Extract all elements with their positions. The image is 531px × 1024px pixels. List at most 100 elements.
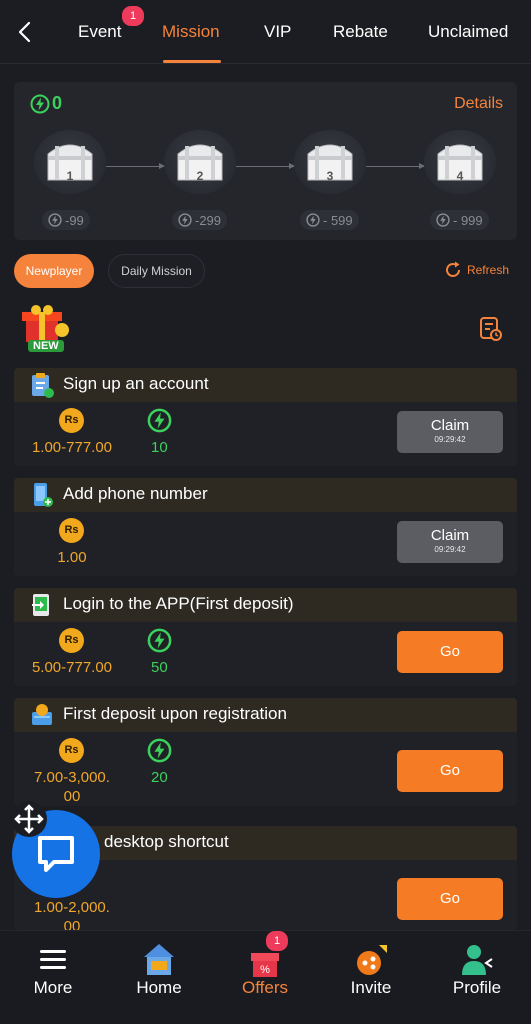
nav-label: Offers — [242, 978, 288, 997]
new-label: NEW — [33, 340, 59, 352]
bolt-icon — [147, 408, 172, 433]
nav-more[interactable]: More — [8, 931, 98, 1024]
chest-3[interactable]: 3 — [294, 130, 366, 194]
bolt-icon — [147, 738, 172, 763]
bottom-nav: More Home % 1 Offers Invite Profile — [0, 930, 531, 1024]
filter-newplayer[interactable]: Newplayer — [14, 254, 94, 288]
bolt-icon — [178, 213, 192, 227]
offers-badge: 1 — [266, 931, 288, 951]
invite-icon — [357, 945, 387, 975]
chest-cost: - 599 — [300, 210, 359, 230]
claim-timer: 09:29:42 — [434, 435, 466, 444]
mission-card: Sign up an account Rs 1.00-777.00 10 Cla… — [14, 368, 517, 466]
home-icon — [144, 944, 174, 975]
go-button[interactable]: Go — [397, 750, 503, 792]
mission-reward: 1.00 — [57, 549, 87, 566]
nav-invite[interactable]: Invite — [326, 931, 416, 1024]
mission-card: First deposit upon registration Rs 7.00-… — [14, 698, 517, 806]
active-tab-underline — [163, 60, 221, 63]
mission-card: Login to the APP(First deposit) Rs 5.00-… — [14, 588, 517, 686]
drag-move-icon[interactable] — [10, 800, 48, 838]
chest-cost: -99 — [42, 210, 90, 230]
bolt-icon — [306, 213, 320, 227]
chest-number: 3 — [326, 169, 334, 183]
mission-title: Add phone number — [63, 484, 208, 503]
bolt-icon — [48, 213, 62, 227]
mission-card: Add phone number Rs 1.00 Claim 09:29:42 — [14, 478, 517, 576]
top-nav: Event 1 Mission VIP Rebate Unclaimed — [0, 0, 531, 64]
deposit-icon — [32, 704, 52, 725]
chest-cost: - 999 — [430, 210, 489, 230]
chest-cost-value: - 999 — [453, 212, 483, 228]
back-arrow-icon[interactable] — [14, 18, 36, 46]
chest-cost-value: - 599 — [323, 212, 353, 228]
menu-icon — [40, 950, 66, 969]
claim-timer: 09:29:42 — [434, 545, 466, 554]
claim-button[interactable]: Claim 09:29:42 — [397, 521, 503, 563]
chest-number: 1 — [66, 169, 74, 183]
rupee-coin-icon: Rs — [59, 518, 84, 543]
mission-reward-line: 1.00-2,000. — [34, 899, 110, 916]
filter-daily-mission[interactable]: Daily Mission — [108, 254, 205, 288]
clipboard-icon — [32, 373, 54, 398]
chat-bubble-icon — [38, 836, 74, 872]
connector-arrow — [366, 163, 425, 169]
claim-button[interactable]: Claim 09:29:42 — [397, 411, 503, 453]
tab-vip[interactable]: VIP — [264, 22, 291, 42]
bolt-balance: 0 — [30, 93, 62, 114]
chest-cost-value: -299 — [195, 212, 222, 228]
nav-offers[interactable]: % 1 Offers — [220, 931, 310, 1024]
go-button[interactable]: Go — [397, 631, 503, 673]
chest-4[interactable]: 4 — [424, 130, 496, 194]
connector-arrow — [236, 163, 295, 169]
claim-label: Claim — [430, 527, 470, 544]
mission-reward-line: 7.00-3,000. — [34, 769, 110, 786]
connector-arrow — [106, 163, 165, 169]
nav-profile[interactable]: Profile — [432, 931, 522, 1024]
tab-mission[interactable]: Mission — [162, 22, 220, 42]
rupee-coin-icon: Rs — [59, 408, 84, 433]
mission-bolts: 10 — [151, 439, 168, 456]
tab-event[interactable]: Event — [78, 22, 121, 42]
chest-cost: -299 — [172, 210, 228, 230]
tab-unclaimed[interactable]: Unclaimed — [428, 22, 508, 42]
nav-label: Home — [136, 978, 182, 997]
refresh-icon — [446, 261, 460, 277]
tab-rebate[interactable]: Rebate — [333, 22, 388, 42]
refresh-button[interactable]: Refresh — [443, 260, 509, 280]
bolt-icon — [30, 94, 50, 113]
new-gift-icon: NEW — [18, 304, 74, 356]
bolt-icon — [147, 628, 172, 653]
nav-label: More — [33, 978, 73, 997]
event-badge: 1 — [122, 6, 144, 26]
bolt-balance-value: 0 — [52, 93, 63, 113]
svg-text:%: % — [260, 964, 270, 976]
rupee-coin-icon: Rs — [59, 628, 84, 653]
mission-bolts: 50 — [151, 659, 168, 676]
chest-1[interactable]: 1 — [34, 130, 106, 194]
mission-bolts: 20 — [151, 769, 168, 786]
mission-reward: 1.00-777.00 — [31, 439, 113, 456]
mission-title: desktop shortcut — [104, 832, 229, 851]
chest-2[interactable]: 2 — [164, 130, 236, 194]
nav-label: Invite — [350, 978, 392, 997]
mission-reward: 5.00-777.00 — [31, 659, 113, 676]
phone-add-icon — [34, 483, 53, 507]
bolt-icon — [436, 213, 450, 227]
refresh-label: Refresh — [466, 263, 509, 277]
mission-title: First deposit upon registration — [63, 704, 287, 723]
claim-label: Claim — [430, 417, 470, 434]
details-link[interactable]: Details — [454, 95, 503, 113]
chest-number: 4 — [456, 169, 464, 183]
mission-title: Sign up an account — [63, 374, 209, 393]
nav-home[interactable]: Home — [114, 931, 204, 1024]
profile-icon — [462, 945, 493, 975]
chest-cost-value: -99 — [65, 212, 84, 228]
nav-label: Profile — [452, 978, 502, 997]
rupee-coin-icon: Rs — [59, 738, 84, 763]
go-button[interactable]: Go — [397, 878, 503, 920]
mission-title: Login to the APP(First deposit) — [63, 594, 294, 613]
app-login-icon — [32, 594, 49, 616]
chest-number: 2 — [196, 169, 204, 183]
mission-record-icon[interactable] — [479, 316, 503, 342]
